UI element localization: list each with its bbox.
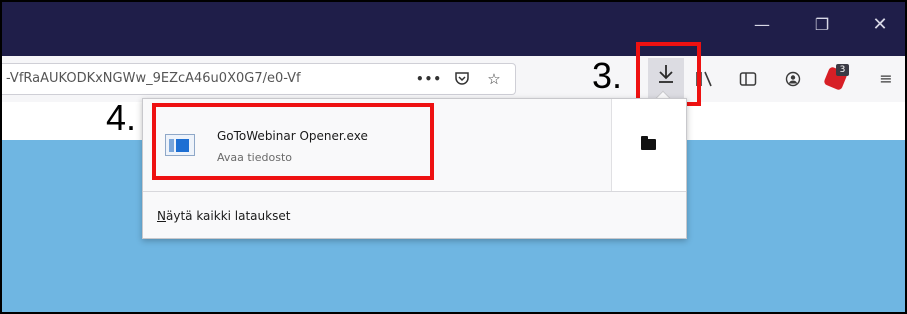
step4-highlight-box [152, 103, 434, 180]
browser-screenshot: — ❐ ✕ -VfRaAUKODKxNGWw_9EZcA46u0X0G7/e0-… [0, 0, 907, 314]
step4-label: 4. [106, 97, 137, 138]
url-bar[interactable]: -VfRaAUKODKxNGWw_9EZcA46u0X0G7/e0-Vf •••… [2, 63, 516, 95]
show-all-accesskey: N [157, 209, 166, 223]
url-fade [352, 64, 414, 94]
folder-icon [641, 139, 656, 150]
restore-button[interactable]: ❐ [802, 12, 842, 38]
bookmark-star-icon[interactable]: ☆ [482, 64, 506, 94]
hamburger-menu-icon[interactable]: ≡ [872, 64, 900, 94]
close-button[interactable]: ✕ [860, 12, 900, 38]
adblock-plus-icon[interactable]: 3 [821, 64, 849, 94]
minimize-button[interactable]: — [742, 12, 782, 38]
panel-divider [143, 191, 686, 192]
show-all-label: äytä kaikki lataukset [165, 209, 291, 223]
navigation-toolbar: -VfRaAUKODKxNGWw_9EZcA46u0X0G7/e0-Vf •••… [2, 56, 905, 102]
step3-label: 3. [592, 55, 623, 96]
account-icon[interactable] [779, 64, 807, 94]
sidebar-icon[interactable] [734, 64, 762, 94]
adblock-plus-badge: 3 [836, 64, 849, 76]
pocket-icon[interactable] [450, 64, 474, 94]
page-actions-more-icon[interactable]: ••• [416, 64, 441, 94]
show-all-downloads-link[interactable]: Näytä kaikki lataukset [157, 209, 290, 223]
open-folder-button[interactable] [612, 99, 686, 191]
title-bar: — ❐ ✕ [2, 2, 905, 56]
